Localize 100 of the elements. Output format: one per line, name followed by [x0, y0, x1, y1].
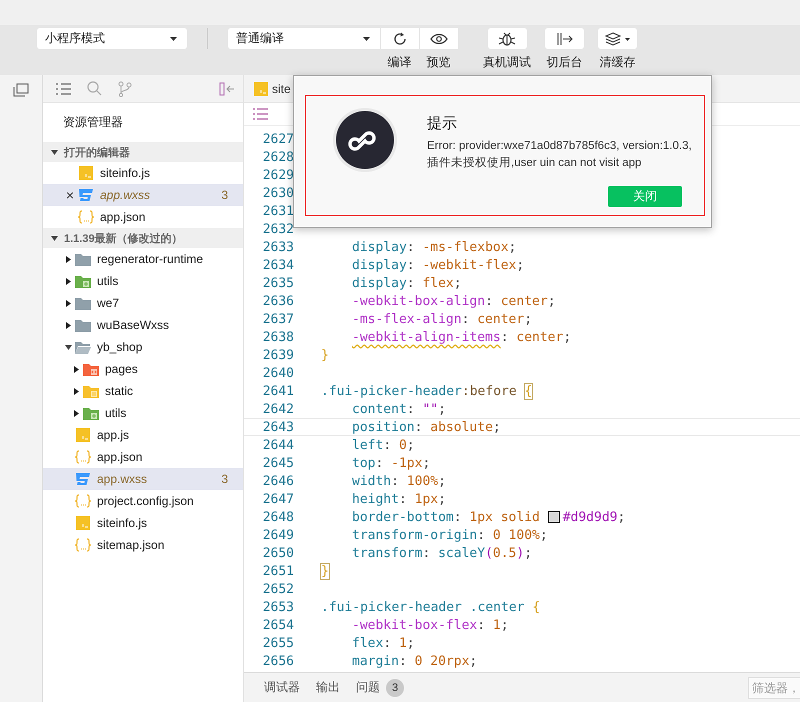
panel-tab[interactable]: 问题 3 [356, 678, 404, 696]
error-message: 插件未授权使用,user uin can not visit app [427, 156, 642, 171]
tree-item[interactable]: utils [43, 402, 243, 424]
button-label: 编译 [388, 54, 412, 71]
tree-item[interactable]: app.json [43, 446, 243, 468]
eye-button[interactable] [419, 28, 458, 49]
braces-file-icon [74, 494, 92, 508]
tree-item[interactable]: project.config.json [43, 490, 243, 512]
loop-logo-icon [332, 107, 398, 173]
line-number: 2649 [262, 528, 294, 542]
js-file-icon [76, 516, 90, 530]
refresh-icon [392, 30, 408, 46]
code-line: border-bottom: 1px solid #d9d9d9; [351, 510, 626, 524]
layers-button[interactable] [598, 28, 637, 49]
line-number: 2652 [262, 582, 294, 596]
section-header[interactable]: 1.1.39最新（修改过的） [43, 228, 243, 248]
caret-icon [170, 36, 177, 40]
css-file-icon [75, 472, 91, 486]
panel-tab[interactable]: 调试器 [264, 679, 300, 696]
count-badge: 3 [386, 678, 404, 696]
folder-plus-icon [75, 274, 91, 288]
panel-tab[interactable]: 输出 [316, 679, 340, 696]
caret-right-icon [66, 278, 70, 284]
code-line: top: -1px; [351, 456, 430, 470]
dialog-title: 提示 [427, 114, 458, 133]
caret-down-icon [51, 150, 58, 154]
tree-item[interactable]: regenerator-runtime [43, 248, 243, 270]
bug-button[interactable] [488, 28, 526, 49]
caret-down-icon [64, 344, 72, 350]
caret-right-icon [66, 300, 70, 306]
line-number: 2643 [262, 420, 294, 434]
code-line: } [320, 564, 329, 578]
tree-item[interactable]: wuBaseWxss [43, 314, 243, 336]
tree-item[interactable]: app.js [43, 424, 243, 446]
line-number: 2650 [262, 546, 294, 560]
line-number: 2634 [262, 258, 294, 272]
caret-right-icon [66, 322, 70, 328]
eye-icon [430, 32, 448, 44]
tree-item[interactable]: app.wxss 3 [43, 468, 243, 490]
code-line: height: 1px; [351, 492, 446, 506]
tree-item[interactable]: sitemap.json [43, 534, 243, 556]
open-editor-item[interactable]: × app.wxss 3 [43, 184, 243, 206]
tree-item[interactable]: pages [43, 358, 243, 380]
tree-item[interactable]: yb_shop [43, 336, 243, 358]
caret-down-icon [51, 236, 58, 240]
folder-icon [75, 252, 91, 266]
button-label: 真机调试 [483, 54, 531, 71]
collapse-panel-icon[interactable] [219, 82, 235, 96]
background-button[interactable] [545, 28, 584, 49]
filter-field[interactable]: 筛选器， [748, 676, 800, 698]
code-line: -webkit-box-flex: 1; [351, 618, 509, 632]
tree-item[interactable]: static [43, 380, 243, 402]
line-number: 2655 [262, 636, 294, 650]
code-line: margin: 0 20rpx; [351, 654, 478, 668]
windows-icon[interactable] [13, 83, 29, 97]
arrow-to-bar-icon [556, 32, 574, 46]
code-line: left: 0; [351, 438, 415, 452]
open-editor-item[interactable]: app.json [43, 206, 243, 228]
button-label: 切后台 [546, 54, 582, 71]
line-number: 2631 [262, 204, 294, 218]
code-line: width: 100%; [351, 474, 446, 488]
mode-select[interactable]: 小程序模式 [37, 28, 187, 49]
braces-file-icon [74, 538, 92, 552]
bug-icon [498, 30, 516, 46]
js-file-icon [76, 428, 90, 442]
line-number: 2635 [262, 276, 294, 290]
line-number: 2648 [262, 510, 294, 524]
folder-list-icon [83, 384, 99, 398]
folder-plus-icon [83, 406, 99, 420]
folder-icon [75, 318, 91, 332]
line-number: 2637 [262, 312, 294, 326]
compile-button[interactable] [380, 28, 419, 49]
line-number: 2636 [262, 294, 294, 308]
open-editor-item[interactable]: siteinfo.js [43, 162, 243, 184]
outline-icon[interactable] [252, 107, 268, 121]
line-number: 2629 [262, 168, 294, 182]
caret-right-icon [74, 410, 78, 416]
line-number: 2646 [262, 474, 294, 488]
list-icon[interactable] [55, 82, 71, 96]
tree-item[interactable]: utils [43, 270, 243, 292]
line-number: 2640 [262, 366, 294, 380]
layers-icon [604, 32, 630, 46]
close-mark[interactable]: × [63, 187, 77, 203]
section-header[interactable]: 打开的编辑器 [43, 142, 243, 162]
open-folder-icon [75, 340, 91, 354]
js-file-icon [254, 82, 268, 96]
tree-item[interactable]: siteinfo.js [43, 512, 243, 534]
folder-code-icon [83, 362, 99, 376]
line-number: 2651 [262, 564, 294, 578]
line-number: 2647 [262, 492, 294, 506]
code-line: -webkit-align-items: center; [351, 330, 572, 344]
code-line: display: -webkit-flex; [351, 258, 524, 272]
line-number: 2639 [262, 348, 294, 362]
tree-item[interactable]: we7 [43, 292, 243, 314]
caret-right-icon [74, 388, 78, 394]
compile-select[interactable]: 普通编译 [228, 28, 380, 49]
line-number: 2644 [262, 438, 294, 452]
code-line: flex: 1; [351, 636, 415, 650]
code-line: -ms-flex-align: center; [351, 312, 532, 326]
line-number: 2641 [262, 384, 294, 398]
